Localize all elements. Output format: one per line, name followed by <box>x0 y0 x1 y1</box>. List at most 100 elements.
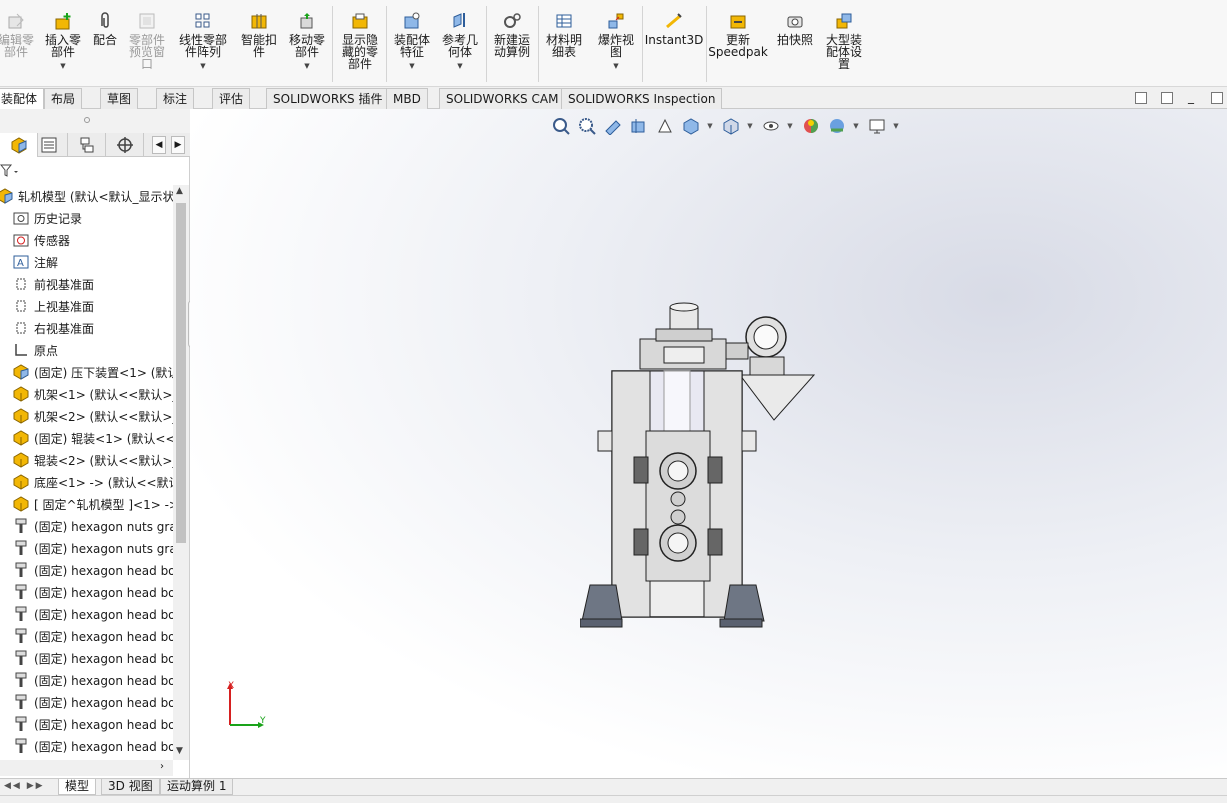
part-icon <box>12 451 30 469</box>
graphics-area[interactable]: ▼ ▼ ▼ ▼ ▼ X Y <box>190 109 1227 778</box>
chevron-down-icon[interactable]: ▼ <box>746 115 754 137</box>
tab-model[interactable]: 模型 <box>58 779 97 795</box>
tab-sketch[interactable]: 草图 <box>100 88 139 109</box>
restore-window-icon[interactable] <box>1211 92 1223 104</box>
tree-item[interactable]: 机架<2> (默认<<默认>_ <box>12 405 173 427</box>
tree-item[interactable]: (固定) hexagon head bo <box>12 625 173 647</box>
tree-item[interactable]: (固定) hexagon nuts gra <box>12 515 173 537</box>
tab-navigation-arrows-icon[interactable]: ◀◀ ▶▶ <box>4 781 45 791</box>
tree-item[interactable]: 机架<1> (默认<<默认>_ <box>12 383 173 405</box>
take-snapshot-button[interactable]: 拍快照 <box>774 10 816 46</box>
part-icon <box>12 407 30 425</box>
tab-motion-study-1[interactable]: 运动算例 1 <box>160 779 234 795</box>
tree-item[interactable]: (固定) hexagon head bo <box>12 647 173 669</box>
tree-horizontal-scrollbar[interactable]: › <box>0 760 173 776</box>
motion-study-icon <box>501 10 523 32</box>
new-motion-study-button[interactable]: 新建运 动算例 <box>490 10 534 58</box>
tree-filter-button[interactable] <box>0 163 30 181</box>
tree-item[interactable]: (固定) hexagon head bo <box>12 669 173 691</box>
hide-show-items-icon[interactable] <box>760 115 782 137</box>
tab-solidworks-addins[interactable]: SOLIDWORKS 插件 <box>266 88 390 109</box>
previous-window-icon[interactable] <box>1135 92 1147 104</box>
dynamic-annotation-icon[interactable] <box>654 115 676 137</box>
rolling-mill-model[interactable] <box>580 299 820 634</box>
edit-appearance-icon[interactable] <box>800 115 822 137</box>
chevron-down-icon[interactable]: ▼ <box>706 115 714 137</box>
tree-item[interactable]: (固定) 压下装置<1> (默认 <box>12 361 173 383</box>
update-speedpak-button[interactable]: 更新 Speedpak <box>708 10 768 58</box>
panel-grip[interactable] <box>0 109 190 133</box>
assembly-features-button[interactable]: 装配体 特征 ▼ <box>390 10 434 72</box>
feature-manager-icon <box>11 137 26 154</box>
large-assembly-settings-button[interactable]: 大型装 配体设 置 <box>822 10 866 70</box>
show-hidden-components-button[interactable]: 显示隐 藏的零 部件 <box>338 10 382 70</box>
tree-root-assembly[interactable]: 轧机模型 (默认<默认_显示状 <box>0 185 173 207</box>
previous-view-icon[interactable] <box>602 115 624 137</box>
move-component-button[interactable]: 移动零 部件 ▼ <box>286 10 328 72</box>
tab-3d-views[interactable]: 3D 视图 <box>101 779 160 795</box>
tree-item[interactable]: (固定) 辊装<1> (默认<< <box>12 427 173 449</box>
chevron-down-icon[interactable]: ▼ <box>892 115 900 137</box>
tab-scroll-right-icon[interactable]: ▶ <box>171 136 185 154</box>
speedpak-icon <box>727 10 749 32</box>
tree-item[interactable]: (固定) hexagon head bo <box>12 581 173 603</box>
scroll-thumb[interactable] <box>176 203 186 543</box>
section-view-icon[interactable] <box>628 115 650 137</box>
plane-icon <box>12 275 30 293</box>
property-manager-tab[interactable] <box>30 133 68 157</box>
display-style-icon[interactable] <box>720 115 742 137</box>
tree-item[interactable]: (固定) hexagon head bo <box>12 691 173 713</box>
tree-item[interactable]: 上视基准面 <box>12 295 94 317</box>
scroll-up-icon[interactable]: ▲ <box>176 186 183 196</box>
mate-button[interactable]: 配合 <box>90 10 120 46</box>
tab-assembly[interactable]: 装配体 <box>0 88 45 110</box>
exploded-view-button[interactable]: 爆炸视 图 ▼ <box>594 10 638 72</box>
tab-scroll-left-icon[interactable]: ◀ <box>152 136 166 154</box>
tree-item[interactable]: A 注解 <box>12 251 58 273</box>
insert-component-button[interactable]: 插入零 部件 ▼ <box>42 10 84 72</box>
tree-item[interactable]: 底座<1> -> (默认<<默认 <box>12 471 173 493</box>
tree-item[interactable]: 前视基准面 <box>12 273 94 295</box>
view-settings-icon[interactable] <box>866 115 888 137</box>
tree-item[interactable]: 辊装<2> (默认<<默认>_ <box>12 449 173 471</box>
tree-item[interactable]: (固定) hexagon head bo <box>12 735 173 757</box>
tree-item[interactable]: (固定) hexagon head bo <box>12 713 173 735</box>
tab-solidworks-inspection[interactable]: SOLIDWORKS Inspection <box>561 88 723 109</box>
scroll-right-icon[interactable]: › <box>160 761 164 772</box>
tab-markup[interactable]: 标注 <box>156 88 195 109</box>
tree-item[interactable]: 右视基准面 <box>12 317 94 339</box>
scroll-down-icon[interactable]: ▼ <box>176 746 183 756</box>
tab-layout[interactable]: 布局 <box>44 88 83 109</box>
reference-geometry-button[interactable]: 参考几 何体 ▼ <box>438 10 482 72</box>
configuration-manager-tab[interactable] <box>68 133 106 157</box>
apply-scene-icon[interactable] <box>826 115 848 137</box>
dimxpert-manager-tab[interactable] <box>106 133 144 157</box>
tree-item[interactable]: [ 固定^轧机模型 ]<1> -> <box>12 493 173 515</box>
tree-item-label: (固定) hexagon head bo <box>34 585 173 600</box>
smart-fasteners-button[interactable]: 智能扣 件 <box>238 10 280 58</box>
tree-item[interactable]: (固定) hexagon head bo <box>12 559 173 581</box>
tree-item[interactable]: 原点 <box>12 339 58 361</box>
bill-of-materials-button[interactable]: 材料明 细表 <box>542 10 586 58</box>
component-preview-button[interactable]: 零部件 预览窗 口 <box>126 10 168 70</box>
zoom-to-area-icon[interactable] <box>576 115 598 137</box>
minimize-icon[interactable]: _ <box>1188 90 1194 104</box>
chevron-down-icon[interactable]: ▼ <box>852 115 860 137</box>
edit-component-button[interactable]: 编辑零 部件 <box>0 10 34 58</box>
tab-solidworks-cam[interactable]: SOLIDWORKS CAM <box>439 88 566 109</box>
tree-item[interactable]: (固定) hexagon nuts gra <box>12 537 173 559</box>
linear-pattern-button[interactable]: 线性零部 件阵列 ▼ <box>176 10 230 72</box>
tree-item[interactable]: 传感器 <box>12 229 70 251</box>
tree-item-label: 机架<1> (默认<<默认>_ <box>34 387 173 402</box>
tree-item[interactable]: 历史记录 <box>12 207 82 229</box>
next-window-icon[interactable] <box>1161 92 1173 104</box>
tree-vertical-scrollbar[interactable]: ▲ ▼ <box>173 185 189 760</box>
tab-evaluate[interactable]: 评估 <box>212 88 251 109</box>
view-orientation-icon[interactable] <box>680 115 702 137</box>
tree-item[interactable]: (固定) hexagon head bo <box>12 603 173 625</box>
command-manager-tabs: 装配体 布局 草图 标注 评估 SOLIDWORKS 插件 MBD SOLIDW… <box>0 87 1227 110</box>
zoom-to-fit-icon[interactable] <box>550 115 572 137</box>
instant3d-button[interactable]: Instant3D <box>645 10 703 46</box>
tab-mbd[interactable]: MBD <box>386 88 428 109</box>
chevron-down-icon[interactable]: ▼ <box>786 115 794 137</box>
